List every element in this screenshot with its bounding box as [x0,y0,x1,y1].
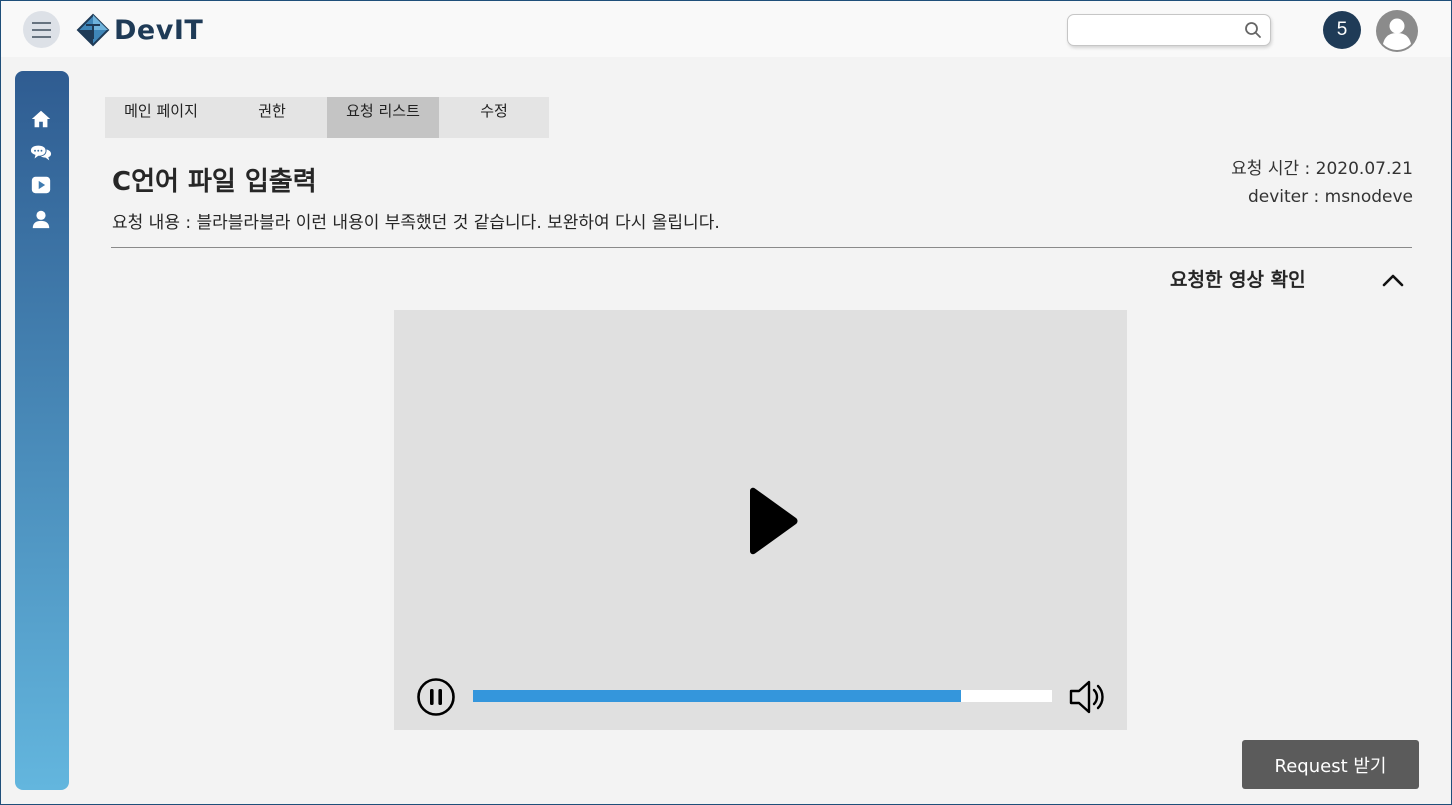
sidebar-item-chat[interactable] [29,141,53,165]
tab-main-page[interactable]: 메인 페이지 [105,97,217,138]
request-time: 요청 시간 : 2020.07.21 [1231,159,1413,179]
pause-icon[interactable] [416,677,456,717]
logo-diamond-icon [76,13,110,47]
video-section-title: 요청한 영상 확인 [1170,269,1306,291]
progress-fill [473,690,962,702]
notification-badge[interactable]: 5 [1323,11,1361,49]
avatar-icon[interactable] [1376,10,1418,52]
volume-icon[interactable] [1066,676,1108,718]
play-icon[interactable] [742,487,802,555]
app-window: DevIT 5 메인 페이지 권한 요청 리스트 수정 C언어 파일 입출력 요… [1,1,1451,804]
tab-edit[interactable]: 수정 [439,97,549,138]
search-icon[interactable] [1244,21,1262,39]
logo-text: DevIT [114,14,204,46]
sidebar-item-video[interactable] [29,173,53,197]
video-icon [31,176,51,194]
request-button[interactable]: Request 받기 [1242,740,1419,789]
sidebar-item-user[interactable] [29,207,53,231]
progress-bar[interactable] [473,690,1052,702]
home-icon [31,110,51,128]
sidebar [15,71,69,790]
menu-line [32,21,51,24]
request-description: 요청 내용 : 블라블라블라 이런 내용이 부족했던 것 같습니다. 보완하여 … [112,213,720,233]
video-player[interactable] [394,310,1127,730]
chevron-up-icon[interactable] [1379,266,1407,294]
tab-request-list[interactable]: 요청 리스트 [327,97,439,138]
request-meta: 요청 시간 : 2020.07.21 deviter : msnodeve [1231,155,1413,211]
tab-bar: 메인 페이지 권한 요청 리스트 수정 [105,97,549,138]
search-box[interactable] [1067,14,1271,46]
hamburger-menu-button[interactable] [23,11,60,48]
logo[interactable]: DevIT [76,12,203,48]
page-title: C언어 파일 입출력 [112,167,317,197]
menu-line [32,35,51,38]
tab-permissions[interactable]: 권한 [217,97,327,138]
user-icon [32,210,50,229]
request-user: deviter : msnodeve [1247,187,1413,207]
search-input[interactable] [1074,19,1239,41]
divider [111,247,1412,248]
chat-icon [30,145,52,161]
menu-line [32,28,51,31]
top-bar: DevIT 5 [1,1,1451,57]
sidebar-item-home[interactable] [29,107,53,131]
